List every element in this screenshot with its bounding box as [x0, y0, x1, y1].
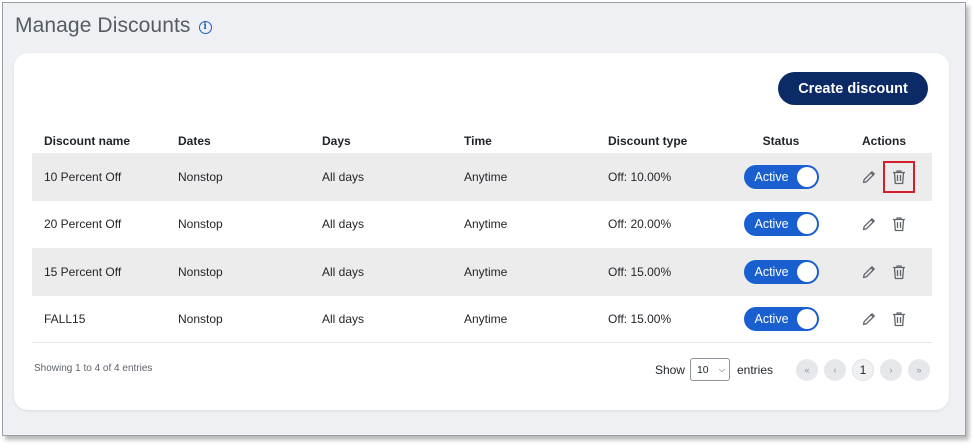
cell-status: Active [726, 306, 836, 331]
toggle-knob [796, 308, 817, 329]
trash-icon[interactable] [891, 311, 907, 327]
status-toggle[interactable]: Active [743, 306, 819, 331]
header-status[interactable]: Status [726, 134, 836, 148]
page-title: Manage Discounts [15, 14, 191, 37]
status-toggle-label: Active [754, 217, 789, 232]
cell-time: Anytime [464, 169, 508, 184]
prev-page-button[interactable]: ‹ [824, 358, 846, 381]
edit-pencil-icon[interactable] [861, 216, 877, 232]
cell-discount-type: Off: 15.00% [608, 264, 672, 279]
page-1-button[interactable]: 1 [852, 358, 874, 381]
cell-discount-name: 10 Percent Off [44, 169, 122, 184]
table-row: 20 Percent Off Nonstop All days Anytime … [32, 201, 932, 249]
cell-dates: Nonstop [178, 311, 223, 326]
status-toggle[interactable]: Active [743, 259, 819, 284]
page-size-select[interactable]: 10 ⌵ [689, 358, 730, 381]
cell-time: Anytime [464, 264, 508, 279]
header-discount-type[interactable]: Discount type [608, 134, 726, 148]
header-dates[interactable]: Dates [178, 134, 322, 148]
trash-icon[interactable] [891, 264, 907, 280]
edit-pencil-icon[interactable] [861, 264, 877, 280]
show-label: Show [654, 362, 685, 377]
cell-days: All days [322, 264, 365, 279]
last-page-button[interactable]: » [908, 358, 930, 381]
status-toggle-label: Active [754, 311, 789, 326]
cell-status: Active [726, 164, 836, 189]
cell-actions [836, 160, 932, 193]
trash-icon[interactable] [883, 160, 915, 193]
cell-days: All days [322, 217, 365, 232]
cell-discount-name: 20 Percent Off [44, 217, 122, 232]
cell-status: Active [726, 259, 836, 284]
table-header: Discount name Dates Days Time Discount t… [32, 129, 932, 153]
cell-days: All days [322, 311, 365, 326]
table-row: 10 Percent Off Nonstop All days Anytime … [32, 153, 932, 201]
pagination: Show 10 ⌵ entries « ‹ 1 › » [655, 358, 930, 381]
toggle-knob [796, 214, 817, 235]
discounts-table: Discount name Dates Days Time Discount t… [32, 129, 932, 343]
cell-discount-type: Off: 10.00% [608, 169, 672, 184]
status-toggle[interactable]: Active [743, 164, 819, 189]
chevron-down-icon: ⌵ [718, 364, 725, 374]
cell-actions [836, 311, 932, 327]
cell-discount-type: Off: 15.00% [608, 311, 672, 326]
status-toggle-label: Active [754, 169, 789, 184]
table-row: FALL15 Nonstop All days Anytime Off: 15.… [32, 296, 932, 343]
toggle-knob [796, 166, 817, 187]
header-time[interactable]: Time [464, 134, 608, 148]
discounts-card: Create discount Discount name Dates Days… [14, 53, 949, 410]
cell-status: Active [726, 212, 836, 237]
info-icon[interactable]: i [198, 20, 212, 34]
title-row: Manage Discounts i [15, 14, 212, 38]
table-row: 15 Percent Off Nonstop All days Anytime … [32, 248, 932, 296]
trash-icon[interactable] [891, 216, 907, 232]
cell-discount-type: Off: 20.00% [608, 217, 672, 232]
next-page-button[interactable]: › [880, 358, 902, 381]
cell-days: All days [322, 169, 365, 184]
cell-discount-name: FALL15 [44, 311, 86, 326]
status-toggle[interactable]: Active [743, 212, 819, 237]
edit-pencil-icon[interactable] [861, 311, 877, 327]
window-frame: Manage Discounts i Create discount Disco… [2, 2, 966, 436]
entries-label: entries [736, 362, 773, 377]
first-page-button[interactable]: « [796, 358, 818, 381]
toggle-knob [796, 261, 817, 282]
cell-time: Anytime [464, 217, 508, 232]
entries-info: Showing 1 to 4 of 4 entries [34, 363, 153, 374]
cell-discount-name: 15 Percent Off [44, 264, 122, 279]
header-discount-name[interactable]: Discount name [32, 134, 178, 148]
header-actions: Actions [861, 134, 906, 148]
page-size-value: 10 [696, 363, 709, 376]
edit-pencil-icon[interactable] [861, 169, 877, 185]
create-discount-button[interactable]: Create discount [778, 72, 928, 105]
cell-actions [836, 216, 932, 232]
cell-dates: Nonstop [178, 217, 223, 232]
header-days[interactable]: Days [322, 134, 464, 148]
cell-dates: Nonstop [178, 264, 223, 279]
cell-dates: Nonstop [178, 169, 223, 184]
cell-time: Anytime [464, 311, 508, 326]
status-toggle-label: Active [754, 264, 789, 279]
cell-actions [836, 264, 932, 280]
